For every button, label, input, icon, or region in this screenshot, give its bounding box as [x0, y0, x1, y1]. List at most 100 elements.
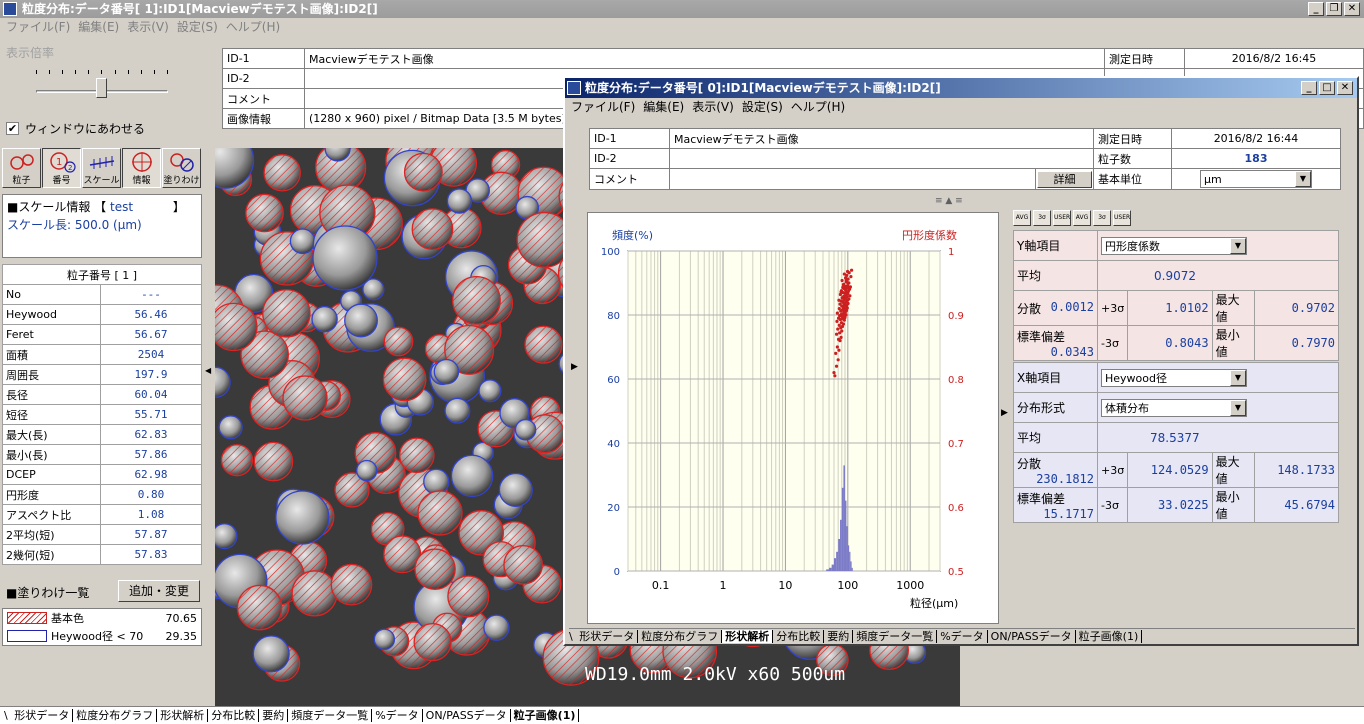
menu-help[interactable]: ヘルプ(H) [224, 18, 282, 36]
particle-row-label: 最小(長) [2, 444, 101, 465]
collapse-handle-icon[interactable]: ≡ ▲ ≡ [935, 196, 963, 206]
fit-window-option[interactable]: ✔ ウィンドウにあわせる [6, 120, 145, 137]
left-splitter[interactable]: ◀ [205, 36, 213, 706]
particle-outline-red[interactable] [263, 154, 301, 192]
menu-file[interactable]: ファイル(F) [4, 18, 72, 36]
minimize-icon[interactable]: _ [1308, 2, 1324, 16]
y-right-tick-label: 1 [948, 247, 954, 258]
child-comment-value[interactable] [669, 168, 1036, 190]
child-tab-7[interactable]: ON/PASSデータ [987, 630, 1076, 643]
size-distribution-chart: 0.1 1 10 100 1000 0 20 40 60 80 100 0.5 0.6 0.7 0.8 0.9… [601, 228, 964, 610]
menu-edit[interactable]: 編集(E) [76, 18, 121, 36]
child-menu-settings[interactable]: 設定(S) [740, 98, 785, 116]
detail-button[interactable]: 詳細 [1037, 170, 1092, 188]
tool-particle-button[interactable]: 粒子 [2, 148, 41, 188]
particle-outline-red[interactable] [414, 548, 456, 590]
scatter-point [837, 348, 841, 352]
dropdown-arrow-icon[interactable]: ▼ [1230, 399, 1246, 416]
right-expand-icon[interactable]: ▶ [1001, 408, 1008, 418]
unit-dropdown[interactable]: μm ▼ [1200, 170, 1312, 188]
dropdown-arrow-icon[interactable]: ▼ [1230, 237, 1246, 254]
main-tab-7[interactable]: ON/PASSデータ [422, 709, 511, 722]
left-expand-icon[interactable]: ▶ [571, 362, 578, 372]
child-tab-1[interactable]: 粒度分布グラフ [638, 630, 723, 643]
stat-mode-buttons: AVG 3σ USER AVG 3σ USER [1013, 210, 1131, 226]
main-tab-2[interactable]: 形状解析 [157, 709, 209, 722]
histogram-bar [829, 567, 832, 571]
add-change-button[interactable]: 追加・変更 [118, 580, 200, 602]
particle-outline-red[interactable] [282, 375, 328, 421]
particle-outline-red[interactable] [220, 444, 254, 477]
paint-item-heywood[interactable]: Heywood径 < 70 29.35 [3, 627, 201, 645]
close-icon[interactable]: ✕ [1344, 2, 1360, 16]
child-tab-5[interactable]: 頻度データ一覧 [853, 630, 938, 643]
dist-dropdown[interactable]: 体積分布 ▼ [1101, 398, 1247, 417]
user-button-2[interactable]: USER [1113, 210, 1131, 226]
main-tab-3[interactable]: 分布比較 [208, 709, 260, 722]
zoom-slider-thumb[interactable] [96, 78, 107, 98]
main-tab-5[interactable]: 頻度データ一覧 [288, 709, 373, 722]
particle-outline-red[interactable] [413, 622, 452, 662]
particle-outline-red[interactable] [447, 575, 490, 618]
child-date-label: 測定日時 [1093, 128, 1172, 149]
particle-outline-red[interactable] [452, 275, 501, 325]
particle-outline-red[interactable] [262, 289, 311, 338]
child-menu-edit[interactable]: 編集(E) [641, 98, 686, 116]
particle-outline-red[interactable] [382, 357, 427, 402]
tool-info-button[interactable]: 情報 [122, 148, 161, 188]
particle-outline-red[interactable] [383, 326, 414, 357]
particle-outline-red[interactable] [398, 437, 435, 474]
child-tab-4[interactable]: 要約 [824, 630, 854, 643]
child-tab-0[interactable]: 形状データ [576, 630, 639, 643]
sigma-button-2[interactable]: 3σ [1093, 210, 1111, 226]
particle-outline-red[interactable] [503, 544, 543, 585]
child-minimize-icon[interactable]: _ [1301, 81, 1317, 95]
particle-outline-red[interactable] [253, 441, 294, 482]
child-tab-6[interactable]: %データ [937, 630, 988, 643]
avg-button-2[interactable]: AVG [1073, 210, 1091, 226]
tool-paint-button[interactable]: 塗りわけ [162, 148, 201, 188]
child-menu-file[interactable]: ファイル(F) [569, 98, 637, 116]
particle-outline-red[interactable] [236, 584, 283, 631]
tool-number-button[interactable]: 12 番号 [42, 148, 81, 188]
y-max-value: 0.9702 [1253, 290, 1340, 326]
child-tab-8[interactable]: 粒子画像(1) [1075, 630, 1143, 643]
dropdown-arrow-icon[interactable]: ▼ [1295, 171, 1311, 187]
main-tab-4[interactable]: 要約 [259, 709, 289, 722]
menu-view[interactable]: 表示(V) [125, 18, 171, 36]
menu-settings[interactable]: 設定(S) [175, 18, 220, 36]
histogram-bar [846, 526, 848, 571]
main-tab-1[interactable]: 粒度分布グラフ [73, 709, 158, 722]
particle-outline-red[interactable] [215, 302, 258, 352]
main-tab-6[interactable]: %データ [372, 709, 423, 722]
main-tab-8[interactable]: 粒子画像(1) [510, 709, 580, 722]
child-close-icon[interactable]: ✕ [1337, 81, 1353, 95]
particle-outline-red[interactable] [403, 152, 443, 192]
particle-outline-red[interactable] [524, 325, 563, 364]
avg-button[interactable]: AVG [1013, 210, 1031, 226]
x-m3s-label: -3σ [1096, 487, 1129, 523]
particle-outline-red[interactable] [330, 563, 373, 606]
paint-item-base[interactable]: 基本色 70.65 [3, 609, 201, 627]
child-id2-value[interactable] [669, 148, 1094, 169]
restore-icon[interactable]: ❐ [1326, 2, 1342, 16]
tool-scale-button[interactable]: スケール [82, 148, 121, 188]
x-m3s-value: 33.0225 [1127, 487, 1213, 523]
x-item-dropdown[interactable]: Heywood径 ▼ [1101, 368, 1247, 387]
child-tab-3[interactable]: 分布比較 [773, 630, 825, 643]
collapse-arrow-icon[interactable]: ◀ [205, 366, 211, 375]
sigma-button[interactable]: 3σ [1033, 210, 1051, 226]
particle-outline-red[interactable] [417, 490, 463, 536]
child-menu-view[interactable]: 表示(V) [690, 98, 736, 116]
child-menu-help[interactable]: ヘルプ(H) [789, 98, 847, 116]
particle-outline-red[interactable] [411, 208, 454, 251]
user-button[interactable]: USER [1053, 210, 1071, 226]
child-tab-2[interactable]: 形状解析 [722, 630, 774, 643]
child-maximize-icon[interactable]: □ [1319, 81, 1335, 95]
dropdown-arrow-icon[interactable]: ▼ [1230, 369, 1246, 386]
main-tab-0[interactable]: 形状データ [11, 709, 74, 722]
particle-outline-red[interactable] [291, 570, 338, 617]
fit-window-checkbox[interactable]: ✔ [6, 122, 19, 135]
y-item-dropdown[interactable]: 円形度係数 ▼ [1101, 236, 1247, 255]
particle-outline-red[interactable] [245, 193, 284, 233]
